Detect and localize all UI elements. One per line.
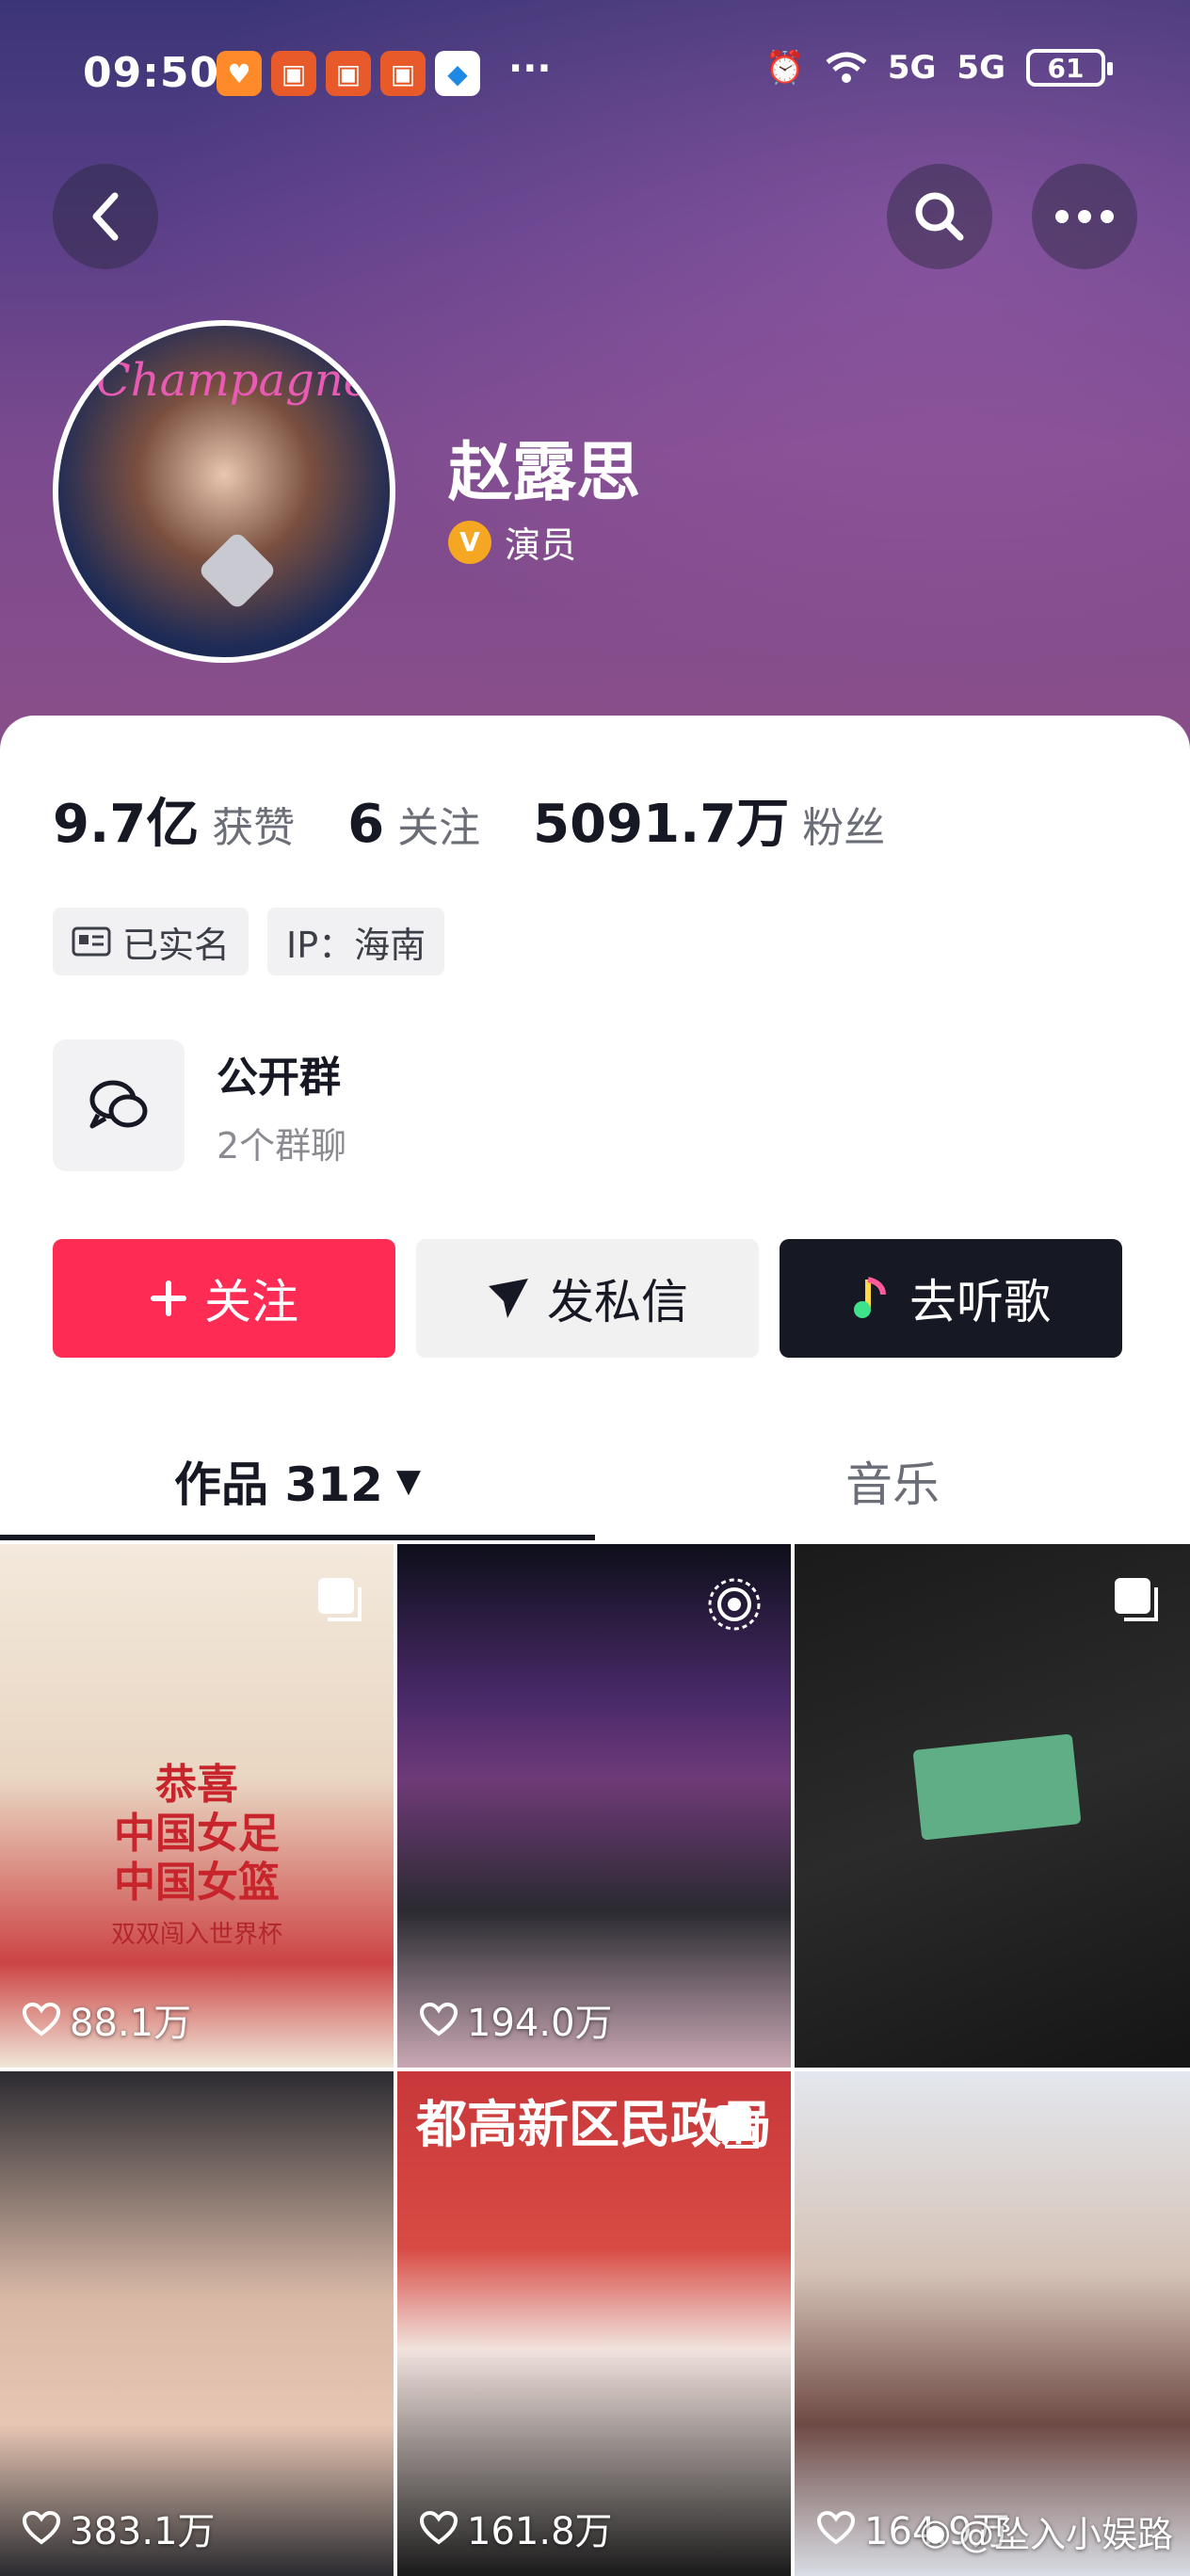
poster-subtitle: 双双闯入世界杯 bbox=[110, 1921, 282, 1949]
stat-label: 粉丝 bbox=[802, 804, 886, 852]
signal-5g-icon: 5G bbox=[887, 49, 937, 87]
verified-label: 演员 bbox=[505, 524, 577, 566]
like-count: 161.8万 bbox=[420, 2501, 613, 2555]
more-notifications-icon: ··· bbox=[508, 47, 552, 90]
notification-icons: ♥ ▣ ▣ ▣ ◆ bbox=[217, 51, 480, 96]
heart-icon bbox=[420, 2003, 458, 2037]
group-chat-icon bbox=[53, 1039, 185, 1171]
stat-label: 获赞 bbox=[212, 804, 296, 852]
heart-icon bbox=[420, 2511, 458, 2545]
stat-label: 关注 bbox=[397, 804, 481, 852]
tab-works[interactable]: 作品 312 ▼ bbox=[0, 1422, 595, 1540]
tab-music[interactable]: 音乐 bbox=[595, 1422, 1190, 1540]
public-group-entry[interactable]: 公开群 2个群聊 bbox=[53, 1039, 346, 1171]
weibo-icon: ◉ bbox=[919, 2510, 951, 2552]
green-card-image bbox=[912, 1733, 1082, 1841]
video-tile[interactable]: 恭喜 中国女足 中国女篮 双双闯入世界杯 88.1万 bbox=[0, 1544, 394, 2068]
video-tile[interactable] bbox=[795, 1544, 1190, 2068]
multi-image-icon bbox=[1115, 1578, 1158, 1621]
watermark-text: @坠入小娱路 bbox=[957, 2514, 1173, 2555]
search-icon bbox=[915, 192, 964, 241]
music-note-icon bbox=[854, 1277, 886, 1318]
real-name-tag[interactable]: 已实名 bbox=[53, 908, 249, 975]
real-name-label: 已实名 bbox=[122, 924, 231, 966]
stat-following[interactable]: 6 关注 bbox=[347, 794, 480, 855]
listen-music-label: 去听歌 bbox=[909, 1275, 1051, 1329]
group-title: 公开群 bbox=[217, 1053, 341, 1102]
heart-icon bbox=[23, 2511, 60, 2545]
watermark: ◉ @坠入小娱路 bbox=[920, 2505, 1173, 2557]
back-button[interactable] bbox=[53, 164, 158, 269]
more-dots-icon bbox=[1055, 210, 1114, 223]
stats-row: 9.7亿 获赞 6 关注 5091.7万 粉丝 bbox=[53, 781, 938, 858]
chevron-left-icon bbox=[92, 192, 119, 241]
multi-image-icon bbox=[716, 2105, 759, 2149]
signal-5g-icon: 5G bbox=[957, 49, 1005, 87]
red-packet-icon: ▣ bbox=[271, 51, 316, 96]
poster-text: 恭喜 中国女足 中国女篮 bbox=[114, 1761, 280, 1907]
video-tile[interactable]: 383.1万 bbox=[0, 2071, 394, 2576]
send-message-label: 发私信 bbox=[547, 1275, 688, 1329]
profile-tabs: 作品 312 ▼ 音乐 bbox=[0, 1422, 1190, 1540]
stat-value: 6 bbox=[347, 794, 385, 855]
stat-likes[interactable]: 9.7亿 获赞 bbox=[53, 781, 295, 858]
live-icon bbox=[708, 1578, 761, 1631]
avatar-heart-shape bbox=[197, 530, 278, 611]
system-icons: ⏰ 5G 5G 61 bbox=[764, 49, 1113, 87]
avatar-logo-text: Champagne bbox=[96, 354, 371, 407]
stat-value: 9.7亿 bbox=[53, 794, 200, 855]
more-options-button[interactable] bbox=[1032, 164, 1137, 269]
battery-indicator: 61 bbox=[1026, 49, 1113, 87]
video-tile[interactable]: 194.0万 bbox=[397, 1544, 791, 2068]
red-packet-icon: ▣ bbox=[380, 51, 426, 96]
tab-music-label: 音乐 bbox=[845, 1457, 940, 1512]
follow-label: 关注 bbox=[204, 1275, 298, 1329]
ip-location-tag: IP：海南 bbox=[267, 908, 445, 975]
profile-name: 赵露思 bbox=[448, 436, 641, 510]
heart-icon bbox=[23, 2003, 60, 2037]
like-count: 88.1万 bbox=[23, 1992, 191, 2047]
tags-row: 已实名 IP：海南 bbox=[53, 908, 445, 975]
send-icon bbox=[489, 1279, 528, 1318]
ip-location-label: IP：海南 bbox=[286, 924, 426, 966]
group-subtitle: 2个群聊 bbox=[217, 1124, 347, 1167]
verified-badge-icon: V bbox=[448, 520, 491, 564]
action-buttons: 关注 发私信 去听歌 bbox=[53, 1239, 1122, 1358]
send-message-button[interactable]: 发私信 bbox=[416, 1239, 759, 1358]
status-time: 09:50 bbox=[83, 49, 220, 97]
status-bar: 09:50 ♥ ▣ ▣ ▣ ◆ ··· ⏰ 5G 5G 61 bbox=[0, 0, 1190, 151]
stat-followers[interactable]: 5091.7万 粉丝 bbox=[533, 781, 885, 858]
listen-music-button[interactable]: 去听歌 bbox=[780, 1239, 1122, 1358]
app-notification-icon: ◆ bbox=[435, 51, 480, 96]
tab-works-label: 作品 312 bbox=[174, 1457, 383, 1512]
caret-down-icon: ▼ bbox=[395, 1462, 421, 1500]
alarm-icon: ⏰ bbox=[764, 49, 805, 87]
heart-icon bbox=[817, 2511, 855, 2545]
video-tile[interactable]: 都高新区民政局 161.8万 bbox=[397, 2071, 791, 2576]
follow-button[interactable]: 关注 bbox=[53, 1239, 395, 1358]
like-count: 194.0万 bbox=[420, 1992, 613, 2047]
stat-value: 5091.7万 bbox=[533, 794, 790, 855]
multi-image-icon bbox=[318, 1578, 362, 1621]
verification-row: V 演员 bbox=[448, 516, 576, 568]
video-tile[interactable]: 164.9万 bbox=[795, 2071, 1190, 2576]
heart-app-icon: ♥ bbox=[217, 51, 262, 96]
avatar[interactable]: Champagne bbox=[53, 320, 395, 663]
id-card-icon bbox=[72, 926, 111, 957]
plus-icon bbox=[151, 1280, 186, 1316]
like-count: 383.1万 bbox=[23, 2501, 216, 2555]
wifi-icon bbox=[826, 52, 867, 83]
red-packet-icon: ▣ bbox=[326, 51, 371, 96]
search-button[interactable] bbox=[887, 164, 992, 269]
